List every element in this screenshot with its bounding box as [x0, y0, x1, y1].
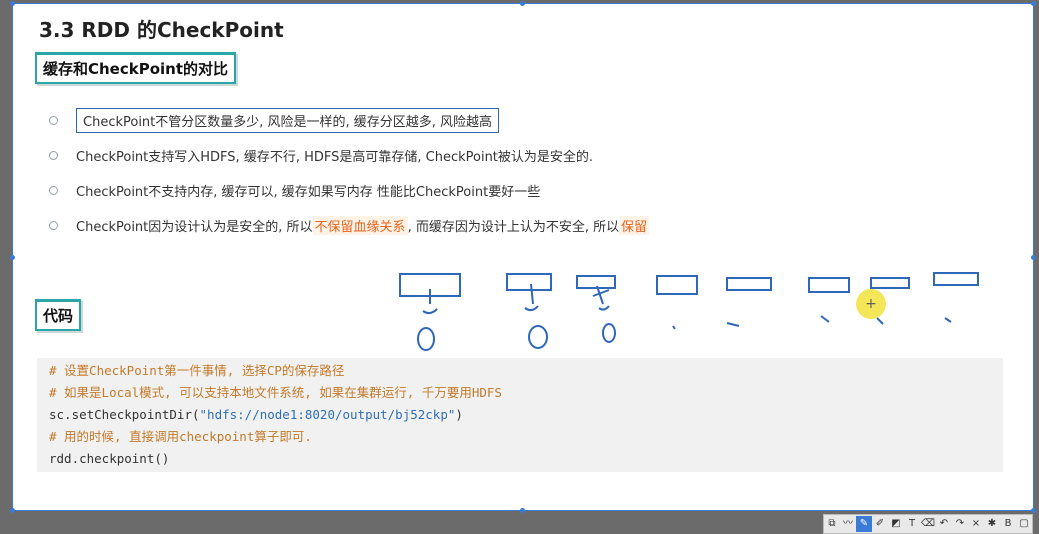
code-comment: # 用的时候, 直接调用checkpoint算子即可.: [49, 429, 312, 444]
code-line: sc.setCheckpointDir("hdfs://node1:8020/o…: [49, 404, 991, 426]
code-comment: # 设置CheckPoint第一件事情, 选择CP的保存路径: [49, 363, 345, 378]
marker-icon[interactable]: ✐: [872, 516, 888, 532]
code-call: sc.setCheckpointDir(: [49, 407, 200, 422]
code-block: # 设置CheckPoint第一件事情, 选择CP的保存路径 # 如果是Loca…: [37, 358, 1003, 472]
code-string: "hdfs://node1:8020/output/bj52ckp": [199, 407, 456, 422]
code-line: rdd.checkpoint(): [49, 451, 170, 466]
undo-icon[interactable]: ↶: [936, 516, 952, 532]
screen-icon[interactable]: ⧉: [824, 516, 840, 532]
pin-icon[interactable]: ✱: [984, 516, 1000, 532]
pen-icon[interactable]: ✎: [856, 516, 872, 532]
curve-icon[interactable]: 〰: [840, 516, 856, 532]
code-comment: # 如果是Local模式, 可以支持本地文件系统, 如果在集群运行, 千万要用H…: [49, 385, 502, 400]
window-icon[interactable]: ▢: [1016, 516, 1032, 532]
redo-icon[interactable]: ↷: [952, 516, 968, 532]
slide-canvas: 3.3 RDD 的CheckPoint 缓存和CheckPoint的对比 Che…: [10, 1, 1036, 513]
shape-icon[interactable]: ◩: [888, 516, 904, 532]
close-icon[interactable]: ×: [968, 516, 984, 532]
eraser-icon[interactable]: ⌫: [920, 516, 936, 532]
save-icon[interactable]: B: [1000, 516, 1016, 532]
text-icon[interactable]: T: [904, 516, 920, 532]
laser-pointer-cursor: +: [856, 289, 886, 319]
section-heading-code: 代码: [35, 299, 82, 331]
code-paren: ): [455, 407, 463, 422]
annotation-toolbar: ⧉ 〰 ✎ ✐ ◩ T ⌫ ↶ ↷ × ✱ B ▢: [823, 514, 1033, 534]
